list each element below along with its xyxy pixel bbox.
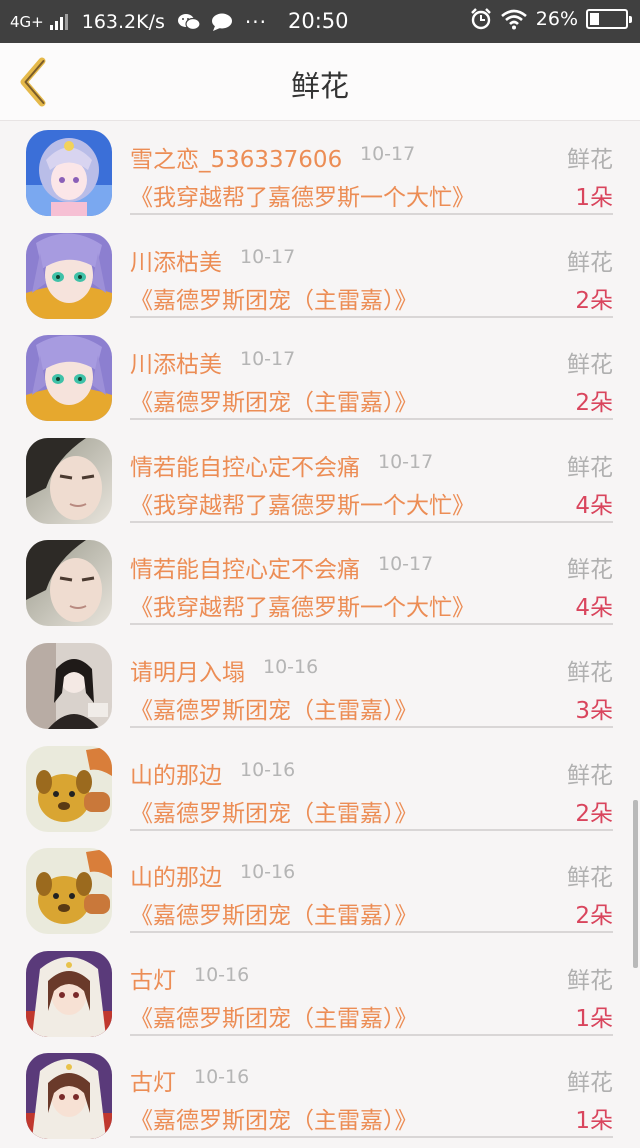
book-title[interactable]: 《嘉德罗斯团宠（主雷嘉）》 — [130, 794, 418, 828]
record-date: 10-16 — [240, 758, 296, 781]
avatar[interactable] — [26, 335, 112, 422]
gift-type-label: 鲜花 — [567, 454, 613, 481]
book-title[interactable]: 《嘉德罗斯团宠（主雷嘉）》 — [130, 896, 418, 930]
record-content: 古灯 10-16 鲜花《嘉德罗斯团宠（主雷嘉）》 1朵 — [130, 1045, 613, 1139]
user-name[interactable]: 情若能自控心定不会痛 — [130, 448, 360, 482]
avatar[interactable] — [26, 848, 112, 935]
gift-count: 4朵 — [575, 595, 613, 622]
avatar[interactable] — [26, 540, 112, 627]
record-content: 古灯 10-16 鲜花《嘉德罗斯团宠（主雷嘉）》 1朵 — [130, 943, 613, 1036]
record-row[interactable]: 川添枯美 10-17 鲜花《嘉德罗斯团宠（主雷嘉）》 2朵 — [0, 327, 640, 430]
scrollbar[interactable] — [633, 800, 638, 968]
record-date: 10-16 — [194, 1066, 250, 1089]
signal-icon — [49, 14, 68, 30]
user-name[interactable]: 古灯 — [130, 961, 176, 995]
network-speed: 163.2K/s — [81, 11, 165, 33]
record-date: 10-16 — [263, 655, 319, 678]
user-name[interactable]: 山的那边 — [130, 756, 222, 790]
book-title[interactable]: 《我穿越帮了嘉德罗斯一个大忙》 — [130, 588, 475, 622]
record-row[interactable]: 古灯 10-16 鲜花《嘉德罗斯团宠（主雷嘉）》 1朵 — [0, 943, 640, 1046]
record-date: 10-17 — [240, 245, 296, 268]
record-date: 10-17 — [360, 143, 416, 165]
status-left: 4G+ 163.2K/s ··· — [10, 10, 267, 34]
book-title[interactable]: 《嘉德罗斯团宠（主雷嘉）》 — [130, 999, 418, 1033]
record-content: 雪之恋_536337606 10-17 鲜花《我穿越帮了嘉德罗斯一个大忙》 1朵 — [130, 122, 613, 215]
record-row[interactable]: 情若能自控心定不会痛 10-17 鲜花《我穿越帮了嘉德罗斯一个大忙》 4朵 — [0, 532, 640, 635]
book-title[interactable]: 《嘉德罗斯团宠（主雷嘉）》 — [130, 691, 418, 725]
gift-count: 1朵 — [575, 1005, 613, 1032]
gift-count: 2朵 — [575, 903, 613, 930]
record-content: 山的那边 10-16 鲜花《嘉德罗斯团宠（主雷嘉）》 2朵 — [130, 738, 613, 831]
avatar[interactable] — [26, 1053, 112, 1140]
gift-type-label: 鲜花 — [567, 557, 613, 584]
alarm-icon — [470, 8, 491, 30]
network-type: 4G+ — [10, 13, 44, 31]
record-date: 10-16 — [194, 963, 250, 986]
record-content: 川添枯美 10-17 鲜花《嘉德罗斯团宠（主雷嘉）》 2朵 — [130, 327, 613, 421]
record-row[interactable]: 川添枯美 10-17 鲜花《嘉德罗斯团宠（主雷嘉）》 2朵 — [0, 225, 640, 328]
record-date: 10-17 — [240, 348, 296, 371]
avatar[interactable] — [26, 130, 112, 216]
page-title: 鲜花 — [290, 69, 349, 103]
user-name[interactable]: 情若能自控心定不会痛 — [130, 550, 360, 584]
gift-type-label: 鲜花 — [567, 865, 613, 892]
book-title[interactable]: 《嘉德罗斯团宠（主雷嘉）》 — [130, 383, 418, 417]
record-row[interactable]: 山的那边 10-16 鲜花《嘉德罗斯团宠（主雷嘉）》 2朵 — [0, 840, 640, 943]
book-title[interactable]: 《我穿越帮了嘉德罗斯一个大忙》 — [130, 486, 475, 520]
record-content: 情若能自控心定不会痛 10-17 鲜花《我穿越帮了嘉德罗斯一个大忙》 4朵 — [130, 430, 613, 523]
record-date: 10-17 — [378, 450, 434, 473]
record-row[interactable]: 请明月入塌 10-16 鲜花《嘉德罗斯团宠（主雷嘉）》 3朵 — [0, 635, 640, 738]
gift-count: 2朵 — [575, 390, 613, 417]
record-content: 情若能自控心定不会痛 10-17 鲜花《我穿越帮了嘉德罗斯一个大忙》 4朵 — [130, 532, 613, 626]
avatar[interactable] — [26, 232, 112, 319]
record-row[interactable]: 古灯 10-16 鲜花《嘉德罗斯团宠（主雷嘉）》 1朵 — [0, 1045, 640, 1148]
record-row[interactable]: 情若能自控心定不会痛 10-17 鲜花《我穿越帮了嘉德罗斯一个大忙》 4朵 — [0, 430, 640, 533]
message-icon — [211, 13, 232, 31]
gift-type-label: 鲜花 — [567, 1070, 613, 1097]
battery-icon — [586, 9, 632, 29]
clock: 20:50 — [288, 9, 349, 33]
gift-type-label: 鲜花 — [567, 352, 613, 379]
book-title[interactable]: 《嘉德罗斯团宠（主雷嘉）》 — [130, 281, 418, 315]
status-right: 26% — [470, 8, 632, 30]
gift-type-label: 鲜花 — [567, 147, 613, 173]
gift-count: 1朵 — [575, 185, 613, 211]
wifi-icon — [500, 9, 527, 30]
user-name[interactable]: 川添枯美 — [130, 345, 222, 379]
more-notifications: ··· — [244, 10, 267, 34]
battery-percent: 26% — [535, 8, 578, 30]
gift-type-label: 鲜花 — [567, 762, 613, 789]
user-name[interactable]: 请明月入塌 — [130, 653, 245, 687]
avatar[interactable] — [26, 950, 112, 1037]
user-name[interactable]: 雪之恋_536337606 — [130, 140, 342, 174]
book-title[interactable]: 《我穿越帮了嘉德罗斯一个大忙》 — [130, 178, 475, 212]
gift-type-label: 鲜花 — [567, 659, 613, 686]
avatar[interactable] — [26, 437, 112, 524]
record-content: 山的那边 10-16 鲜花《嘉德罗斯团宠（主雷嘉）》 2朵 — [130, 840, 613, 934]
gift-count: 4朵 — [575, 492, 613, 519]
book-title[interactable]: 《嘉德罗斯团宠（主雷嘉）》 — [130, 1101, 418, 1135]
record-content: 川添枯美 10-17 鲜花《嘉德罗斯团宠（主雷嘉）》 2朵 — [130, 225, 613, 318]
record-date: 10-17 — [378, 553, 434, 576]
gift-type-label: 鲜花 — [567, 967, 613, 994]
gift-count: 2朵 — [575, 800, 613, 827]
nav-bar: 鲜花 — [0, 43, 640, 121]
status-bar: 4G+ 163.2K/s ··· 20:50 26% — [0, 0, 640, 43]
record-date: 10-16 — [240, 861, 296, 884]
gift-count: 1朵 — [575, 1108, 613, 1135]
record-row[interactable]: 雪之恋_536337606 10-17 鲜花《我穿越帮了嘉德罗斯一个大忙》 1朵 — [0, 122, 640, 225]
record-row[interactable]: 山的那边 10-16 鲜花《嘉德罗斯团宠（主雷嘉）》 2朵 — [0, 738, 640, 841]
gift-count: 3朵 — [575, 697, 613, 724]
avatar[interactable] — [26, 642, 112, 729]
wechat-icon — [177, 14, 201, 31]
user-name[interactable]: 山的那边 — [130, 858, 222, 892]
record-content: 请明月入塌 10-16 鲜花《嘉德罗斯团宠（主雷嘉）》 3朵 — [130, 635, 613, 728]
gift-count: 2朵 — [575, 287, 613, 314]
gift-type-label: 鲜花 — [567, 249, 613, 276]
flower-record-list[interactable]: 雪之恋_536337606 10-17 鲜花 《我穿越帮了嘉德罗斯一个大忙》 1朵 川添枯… — [0, 122, 640, 1148]
avatar[interactable] — [26, 745, 112, 832]
user-name[interactable]: 川添枯美 — [130, 243, 222, 277]
user-name[interactable]: 古灯 — [130, 1063, 176, 1097]
